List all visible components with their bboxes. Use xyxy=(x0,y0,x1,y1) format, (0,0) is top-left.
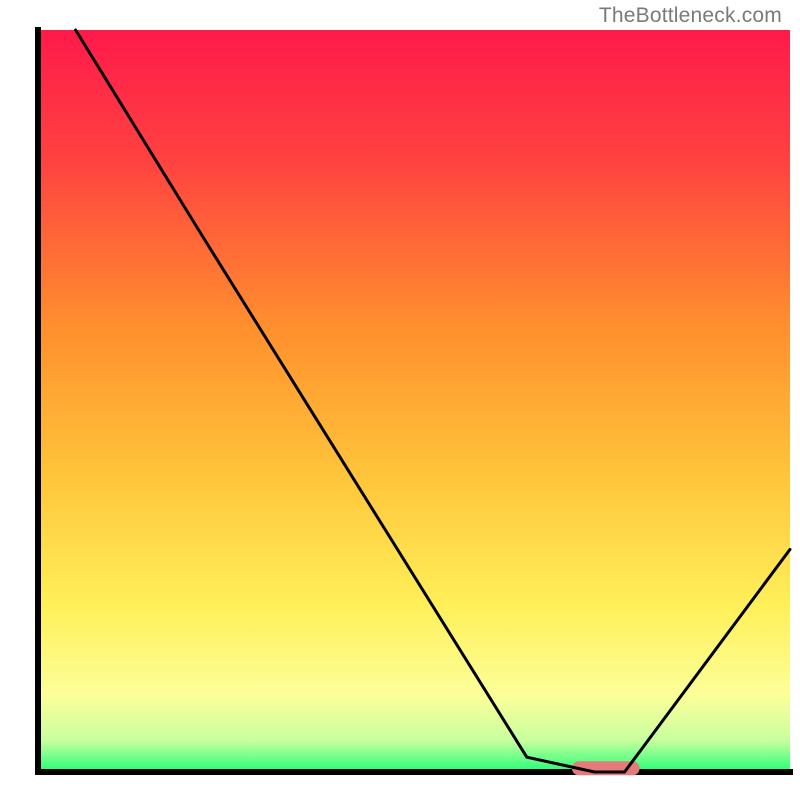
chart-container: TheBottleneck.com xyxy=(0,0,800,800)
chart-background xyxy=(38,30,790,770)
bottleneck-chart xyxy=(0,0,800,800)
watermark-text: TheBottleneck.com xyxy=(599,4,782,28)
